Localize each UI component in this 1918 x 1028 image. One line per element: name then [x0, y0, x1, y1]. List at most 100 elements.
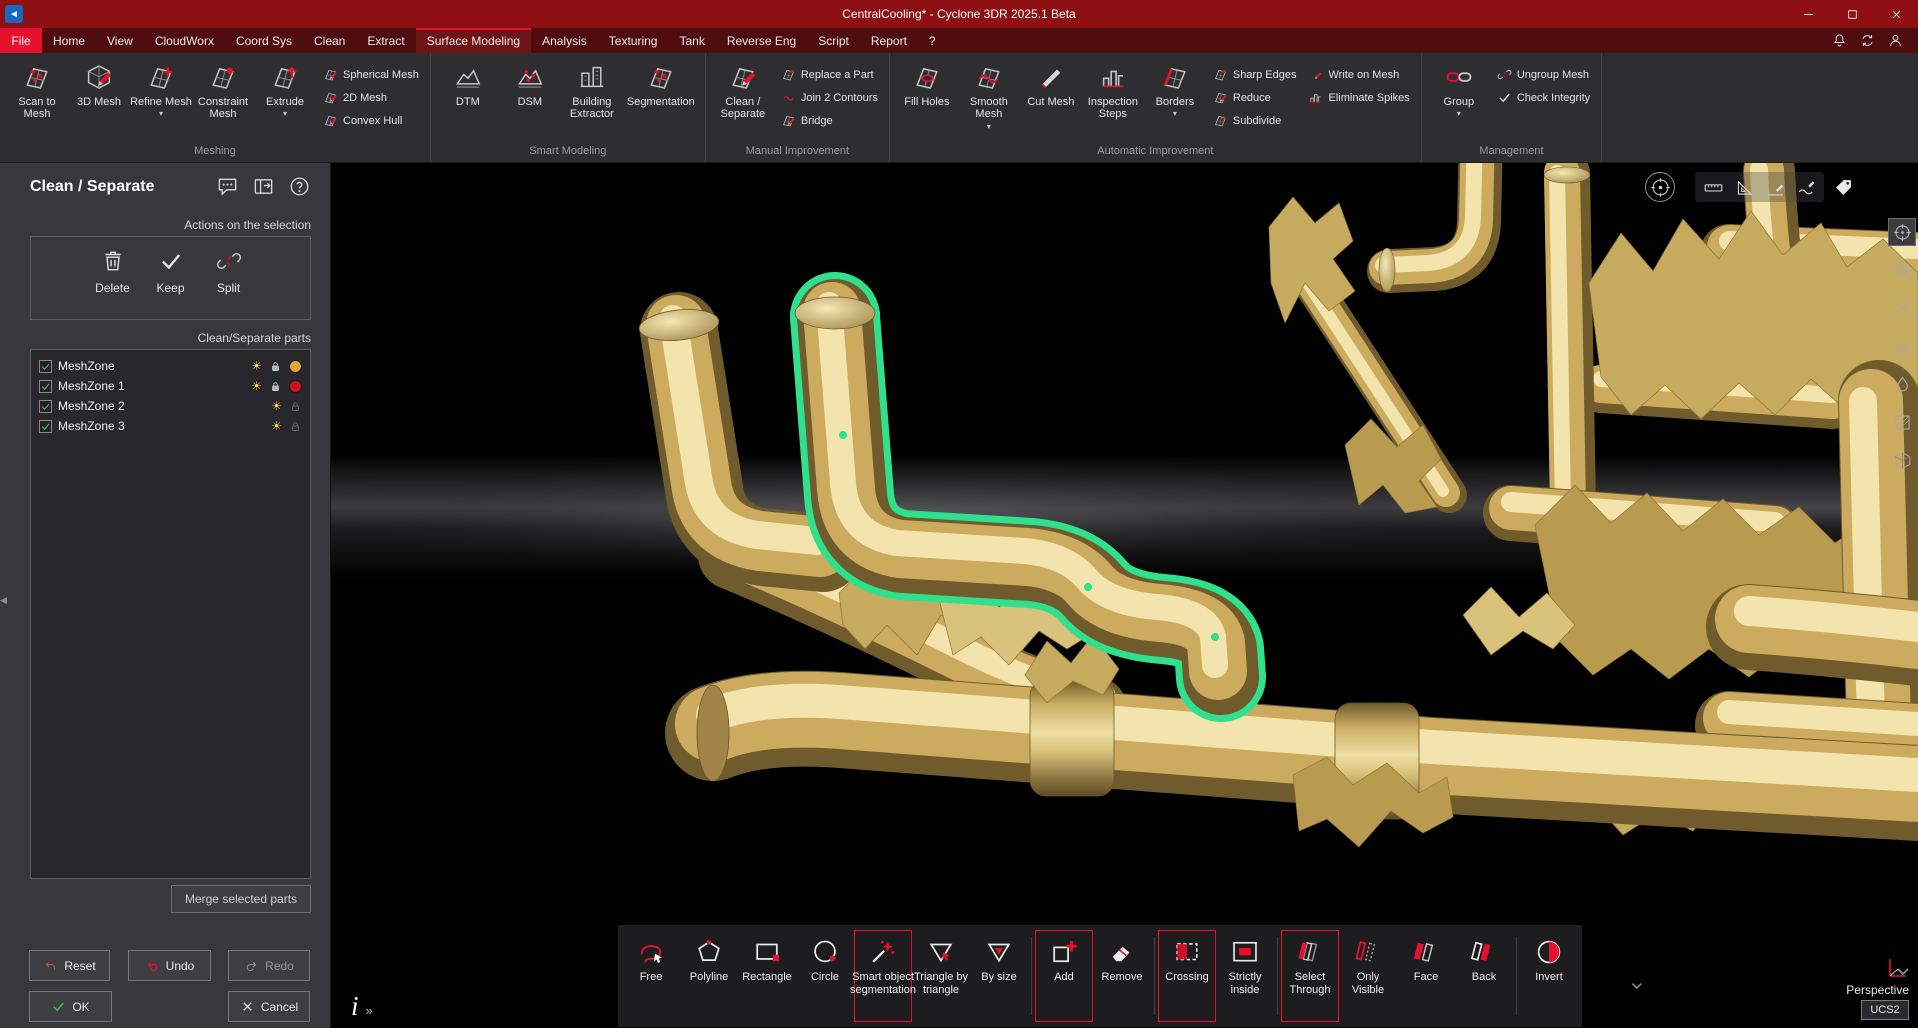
constraint-mesh-button[interactable]: Constraint Mesh — [192, 58, 254, 121]
tool-only-visible[interactable]: Only Visible — [1339, 930, 1397, 1022]
cut-mesh-button[interactable]: Cut Mesh — [1020, 58, 1082, 108]
refine-mesh-button[interactable]: Refine Mesh ▾ — [130, 58, 192, 118]
zoom-window-icon[interactable] — [1889, 257, 1915, 283]
part-row-meshzone-1[interactable]: MeshZone 1 ☀ — [35, 376, 306, 396]
cancel-button[interactable]: Cancel — [228, 991, 310, 1022]
tab-view[interactable]: View — [96, 28, 144, 53]
convex-hull-button[interactable]: Convex Hull — [323, 113, 419, 128]
tab-analysis[interactable]: Analysis — [531, 28, 598, 53]
replace-a-part-button[interactable]: Replace a Part — [781, 67, 878, 82]
dtm-button[interactable]: DTM — [437, 58, 499, 108]
part-row-meshzone-2[interactable]: MeshZone 2 ☀ — [35, 396, 306, 416]
tab-report[interactable]: Report — [860, 28, 918, 53]
close-button[interactable] — [1874, 0, 1918, 28]
info-icon[interactable]: i — [351, 993, 359, 1020]
ok-button[interactable]: OK — [29, 991, 112, 1022]
dsm-button[interactable]: DSM — [499, 58, 561, 108]
tool-polyline[interactable]: Polyline — [680, 930, 738, 1022]
inspection-steps-button[interactable]: Inspection Steps — [1082, 58, 1144, 121]
tool-add[interactable]: Add — [1035, 930, 1093, 1022]
scan-to-mesh-button[interactable]: Scan to Mesh — [6, 58, 68, 121]
visibility-checkbox[interactable] — [39, 420, 52, 433]
merge-selected-parts-button[interactable]: Merge selected parts — [171, 885, 311, 913]
undo-button[interactable]: Undo — [128, 950, 211, 981]
expand-chevrons[interactable]: » — [366, 1003, 373, 1020]
tool-by-size[interactable]: By size — [970, 930, 1028, 1022]
2d-mesh-button[interactable]: 2D Mesh — [323, 90, 419, 105]
camera-icon[interactable] — [1889, 295, 1915, 321]
subdivide-button[interactable]: Subdivide — [1213, 113, 1297, 128]
tool-back[interactable]: Back — [1455, 930, 1513, 1022]
tab-clean[interactable]: Clean — [303, 28, 356, 53]
tab-texturing[interactable]: Texturing — [598, 28, 669, 53]
account-icon[interactable] — [1887, 32, 1904, 49]
bridge-button[interactable]: Bridge — [781, 113, 878, 128]
tool-circle[interactable]: Circle — [796, 930, 854, 1022]
tab-surface-modeling[interactable]: Surface Modeling — [416, 28, 531, 53]
borders-button[interactable]: Borders ▾ — [1144, 58, 1206, 118]
quick-measure-icon[interactable] — [1762, 174, 1788, 200]
app-logo-icon[interactable]: ◄ — [5, 5, 23, 23]
tool-triangle-by-triangle[interactable]: Triangle by triangle — [912, 930, 970, 1022]
shading-icon[interactable] — [1889, 371, 1915, 397]
segmentation-button[interactable]: Segmentation — [623, 58, 699, 108]
part-row-meshzone[interactable]: MeshZone ☀ — [35, 356, 306, 376]
tab-help[interactable]: ? — [918, 28, 947, 53]
clean-separate-button[interactable]: Clean / Separate — [712, 58, 774, 121]
split-button[interactable]: Split — [200, 237, 258, 319]
building-extractor-button[interactable]: Building Extractor — [561, 58, 623, 121]
maximize-button[interactable] — [1830, 0, 1874, 28]
delete-button[interactable]: Delete — [84, 237, 142, 319]
join-2-contours-button[interactable]: Join 2 Contours — [781, 90, 878, 105]
notifications-icon[interactable] — [1831, 32, 1848, 49]
sync-icon[interactable] — [1859, 32, 1876, 49]
tab-cloudworx[interactable]: CloudWorx — [144, 28, 225, 53]
viewport-3d[interactable]: Free Polyline Rectangle Circle Smart obj… — [331, 163, 1918, 1028]
visibility-checkbox[interactable] — [39, 380, 52, 393]
tool-strictly-inside[interactable]: Strictly inside — [1216, 930, 1274, 1022]
tab-tank[interactable]: Tank — [668, 28, 715, 53]
fill-holes-button[interactable]: Fill Holes — [896, 58, 958, 108]
comments-icon[interactable] — [216, 175, 239, 198]
write-on-mesh-button[interactable]: Write on Mesh — [1308, 67, 1409, 82]
draw-icon[interactable] — [1889, 333, 1915, 359]
view-cube-icon[interactable] — [1889, 447, 1915, 473]
projection-label[interactable]: Perspective — [1846, 983, 1909, 997]
tool-remove[interactable]: Remove — [1093, 930, 1151, 1022]
toolbar-collapse-icon[interactable] — [1627, 979, 1643, 990]
tab-script[interactable]: Script — [807, 28, 860, 53]
part-color-dot[interactable] — [289, 360, 302, 373]
reduce-button[interactable]: Reduce — [1213, 90, 1297, 105]
eliminate-spikes-button[interactable]: Eliminate Spikes — [1308, 90, 1409, 105]
minimize-button[interactable] — [1786, 0, 1830, 28]
group-button[interactable]: Group ▾ — [1428, 58, 1490, 118]
redo-button[interactable]: Redo — [228, 950, 310, 981]
ucs-selector-button[interactable]: UCS2 — [1861, 1000, 1909, 1020]
3d-mesh-button[interactable]: 3D Mesh — [68, 58, 130, 108]
tool-face[interactable]: Face — [1397, 930, 1455, 1022]
tool-smart-object-segmentation[interactable]: Smart object segmentation — [854, 930, 912, 1022]
tab-coord-sys[interactable]: Coord Sys — [225, 28, 303, 53]
spherical-mesh-button[interactable]: Spherical Mesh — [323, 67, 419, 82]
help-icon[interactable] — [288, 175, 311, 198]
ungroup-mesh-button[interactable]: Ungroup Mesh — [1497, 67, 1590, 82]
measure-angle-icon[interactable] — [1731, 174, 1757, 200]
tab-reverse-eng[interactable]: Reverse Eng — [716, 28, 807, 53]
tool-crossing[interactable]: Crossing — [1158, 930, 1216, 1022]
extrude-button[interactable]: Extrude ▾ — [254, 58, 316, 118]
visibility-checkbox[interactable] — [39, 360, 52, 373]
center-on-selection-icon[interactable] — [1645, 172, 1675, 202]
tool-invert[interactable]: Invert — [1520, 930, 1578, 1022]
keep-button[interactable]: Keep — [142, 237, 200, 319]
measure-distance-icon[interactable] — [1700, 174, 1726, 200]
part-row-meshzone-3[interactable]: MeshZone 3 ☀ — [35, 416, 306, 436]
tool-rectangle[interactable]: Rectangle — [738, 930, 796, 1022]
check-integrity-button[interactable]: Check Integrity — [1497, 90, 1590, 105]
part-color-dot[interactable] — [289, 380, 302, 393]
file-menu-button[interactable]: File — [0, 28, 42, 53]
tool-free[interactable]: Free — [622, 930, 680, 1022]
reset-button[interactable]: Reset — [29, 950, 110, 981]
tab-home[interactable]: Home — [42, 28, 96, 53]
label-tag-icon[interactable] — [1830, 174, 1856, 200]
sharp-edges-button[interactable]: Sharp Edges — [1213, 67, 1297, 82]
